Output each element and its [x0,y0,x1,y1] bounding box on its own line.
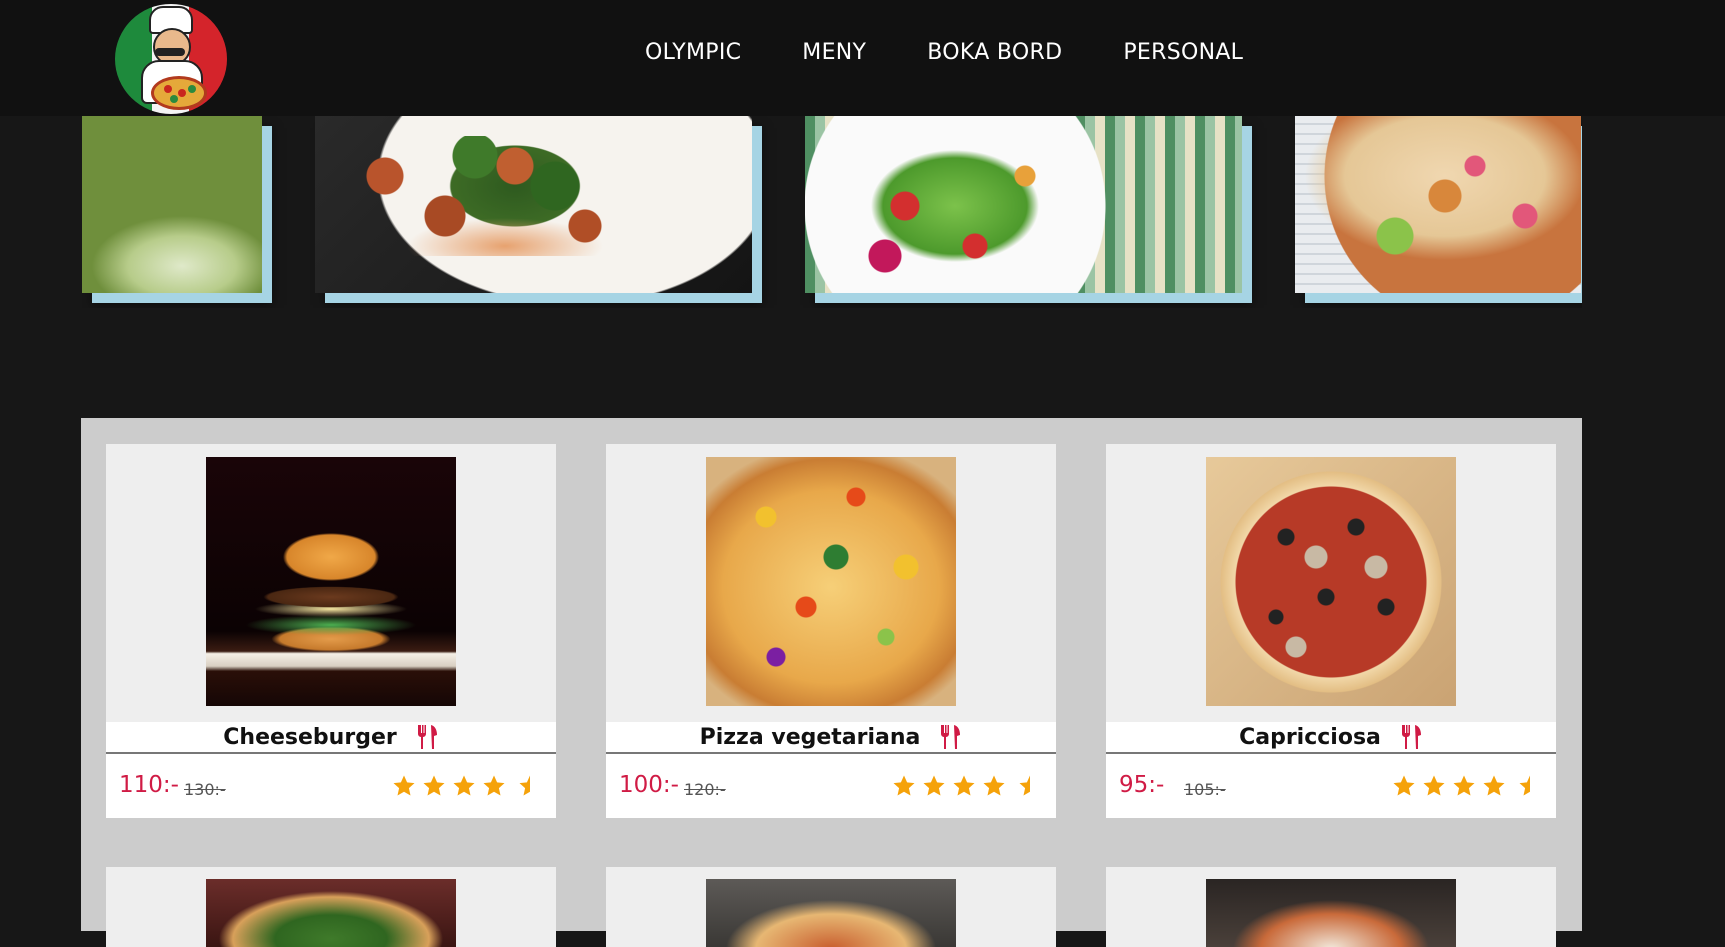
menu-card[interactable]: Pizza vegetariana 100:- 120:- [606,444,1056,818]
carousel-slide-tacos[interactable] [1295,116,1581,293]
pizza-icon [151,76,207,110]
star-icon [1483,775,1505,796]
card-title-bar: Cheeseburger [106,722,556,754]
nav-item-olympic[interactable]: OLYMPIC [645,40,741,65]
vegetarian-pizza-photo [706,457,956,706]
star-icon [983,775,1005,796]
star-icon [1423,775,1445,796]
fork-knife-icon [1401,725,1421,749]
menu-grid: Cheeseburger 110:- 130:- Pizza vegetaria… [81,418,1582,947]
price-old: 105:- [1184,780,1226,799]
half-star-icon [1519,775,1530,796]
pizza-photo [1206,879,1456,947]
rating-stars [892,774,1036,798]
nav-item-boka-bord[interactable]: BOKA BORD [927,40,1062,65]
nav-item-personal[interactable]: PERSONAL [1123,40,1243,65]
star-icon [453,775,475,796]
price-old: 120:- [684,780,726,799]
card-title: Pizza vegetariana [699,724,921,750]
star-icon [1453,775,1475,796]
site-header: OLYMPIC MENY BOKA BORD PERSONAL [0,0,1725,116]
star-icon [483,775,505,796]
card-title: Cheeseburger [223,724,397,750]
star-icon [393,775,415,796]
rating-stars [1392,774,1536,798]
card-title-bar: Capricciosa [1106,722,1556,754]
carousel-slide-chicken-plate[interactable] [315,116,752,293]
pizza-photo [206,879,456,947]
food-carousel [82,116,1582,308]
carousel-slide-fries[interactable] [82,116,262,293]
fork-knife-icon [417,725,437,749]
price-current: 95:- [1119,772,1165,798]
capricciosa-pizza-photo [1206,457,1456,706]
pizza-photo [706,879,956,947]
price-current: 100:- [619,772,679,798]
nav-item-meny[interactable]: MENY [802,40,866,65]
card-title: Capricciosa [1239,724,1381,750]
carousel-slide-salad[interactable] [805,116,1242,293]
star-icon [1393,775,1415,796]
price-row: 95:- 105:- [1106,754,1556,818]
star-icon [953,775,975,796]
star-icon [893,775,915,796]
menu-card[interactable]: Capricciosa 95:- 105:- [1106,444,1556,818]
star-icon [423,775,445,796]
half-star-icon [1019,775,1030,796]
price-row: 110:- 130:- [106,754,556,818]
cheeseburger-photo [206,457,456,706]
menu-card[interactable] [106,867,556,947]
half-star-icon [519,775,530,796]
menu-card[interactable] [606,867,1056,947]
rating-stars [392,774,536,798]
price-old: 130:- [184,780,226,799]
menu-card[interactable] [1106,867,1556,947]
price-row: 100:- 120:- [606,754,1056,818]
menu-card[interactable]: Cheeseburger 110:- 130:- [106,444,556,818]
main-nav: OLYMPIC MENY BOKA BORD PERSONAL [645,40,1243,65]
fork-knife-icon [941,725,961,749]
chef-pizza-logo[interactable] [115,4,227,114]
card-title-bar: Pizza vegetariana [606,722,1056,754]
chef-mustache-icon [155,48,185,56]
star-icon [923,775,945,796]
price-current: 110:- [119,772,179,798]
